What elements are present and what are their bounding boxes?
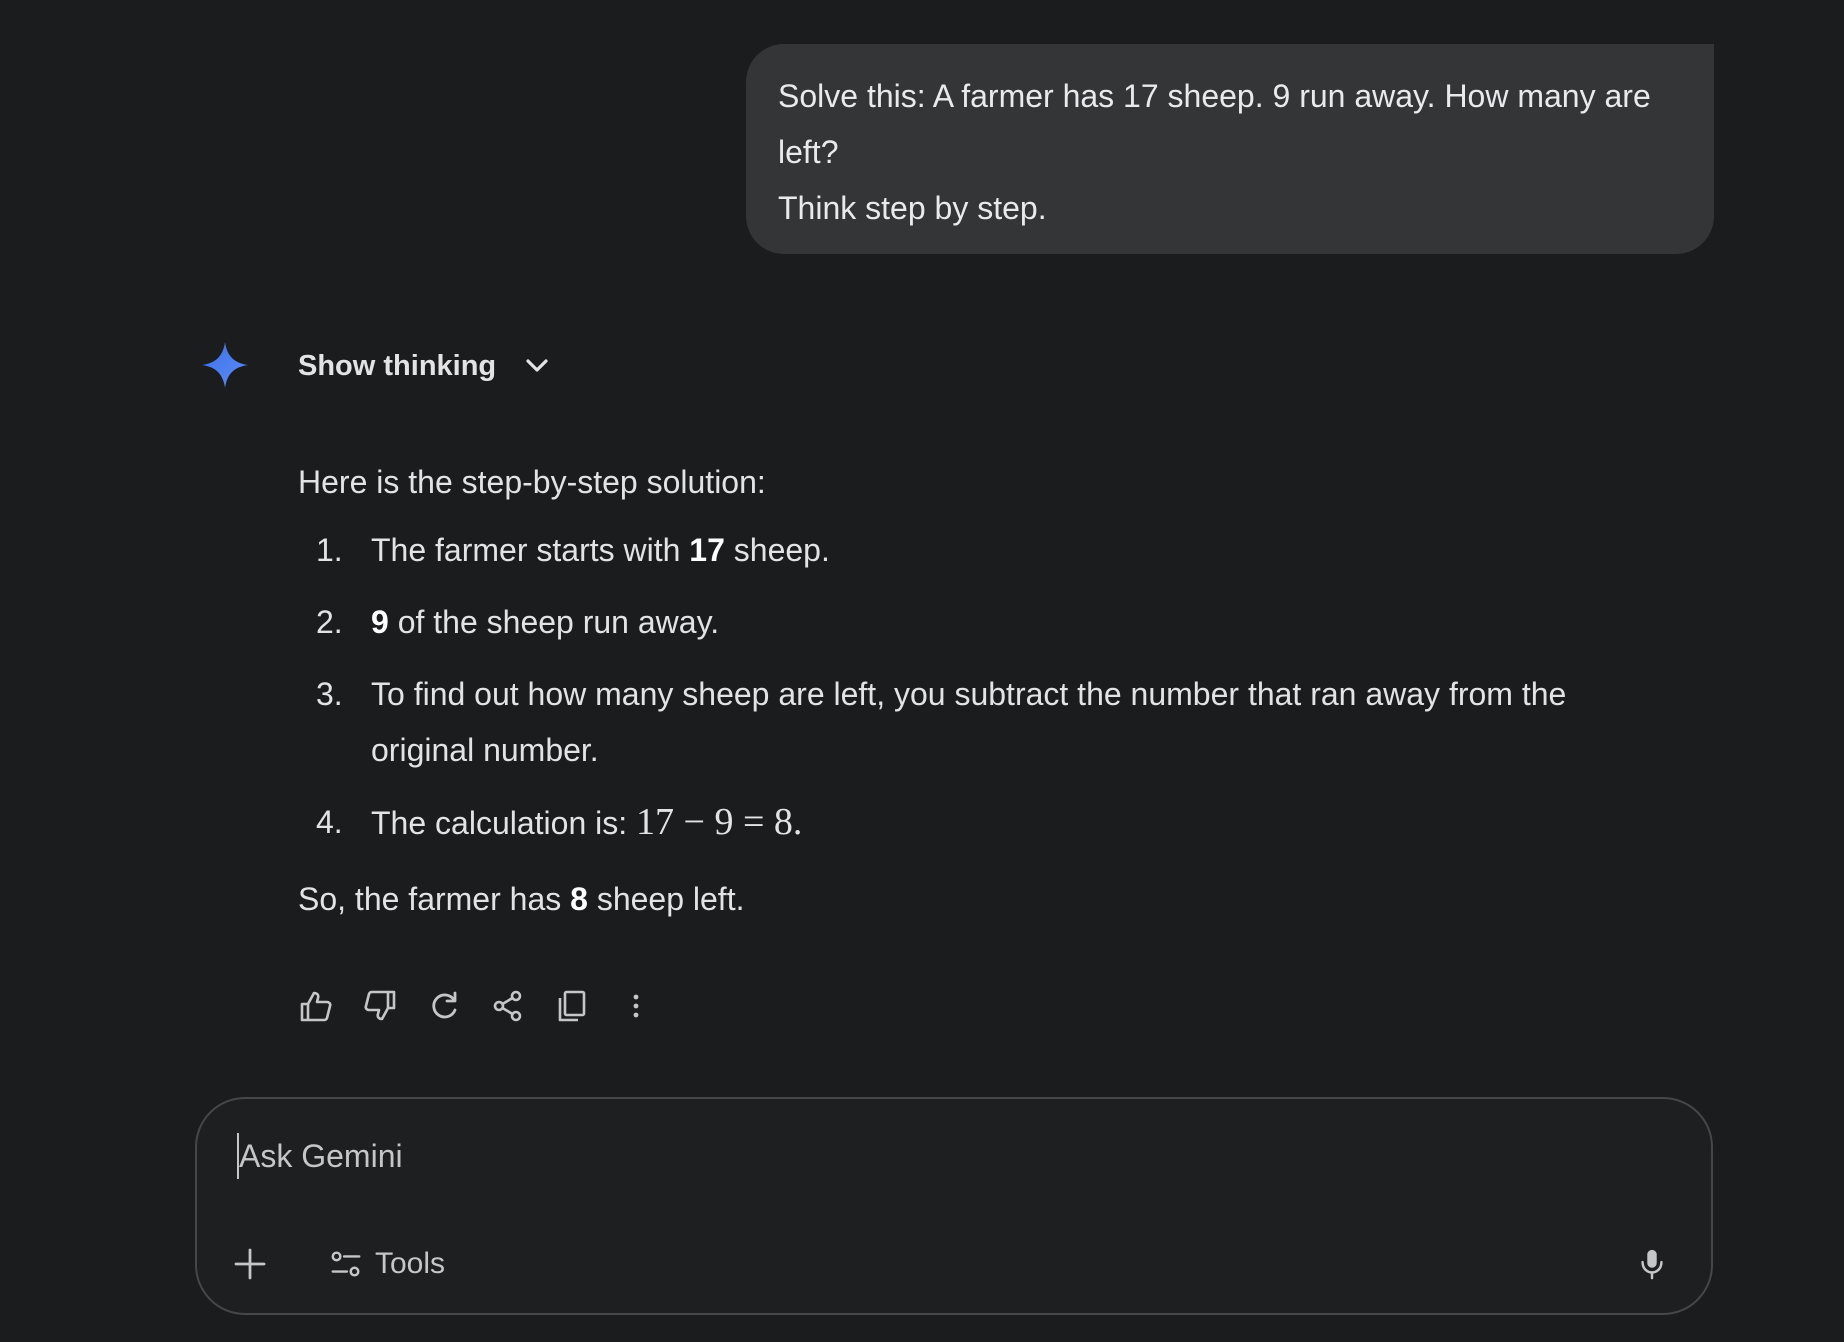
step-bold: 17 bbox=[689, 532, 725, 568]
microphone-button[interactable] bbox=[1627, 1239, 1677, 1289]
response-conclusion: So, the farmer has 8 sheep left. bbox=[298, 869, 1678, 929]
response-intro: Here is the step-by-step solution: bbox=[298, 464, 766, 500]
step-number: 4. bbox=[316, 804, 343, 840]
copy-icon bbox=[558, 990, 586, 1022]
prompt-composer: Tools bbox=[195, 1097, 1713, 1315]
user-message-bubble: Solve this: A farmer has 17 sheep. 9 run… bbox=[746, 44, 1714, 254]
regenerate-icon bbox=[432, 991, 457, 1019]
share-icon bbox=[493, 990, 522, 1022]
steps-list: 1. The farmer starts with 17 sheep. 2. 9 o… bbox=[298, 522, 1678, 851]
thumbs-up-button[interactable] bbox=[296, 986, 336, 1026]
step-text: . bbox=[792, 801, 803, 843]
show-thinking-label: Show thinking bbox=[298, 349, 497, 382]
conclusion-text: So, the farmer has bbox=[298, 881, 571, 917]
chevron-down-icon bbox=[526, 359, 548, 372]
step-text: To find out how many sheep are left, you… bbox=[371, 676, 1567, 768]
chat-page: Solve this: A farmer has 17 sheep. 9 run… bbox=[0, 0, 1844, 1342]
math-expression: 17 − 9 = 8 bbox=[636, 801, 793, 843]
microphone-icon bbox=[1641, 1249, 1663, 1280]
add-attachment-button[interactable] bbox=[227, 1241, 273, 1287]
prompt-input[interactable] bbox=[237, 1133, 1641, 1179]
regenerate-button[interactable] bbox=[424, 986, 464, 1026]
plus-icon bbox=[234, 1248, 266, 1280]
list-item: 2. 9 of the sheep run away. bbox=[298, 594, 1678, 650]
conclusion-text: sheep left. bbox=[587, 881, 745, 917]
tools-label: Tools bbox=[375, 1247, 446, 1280]
share-button[interactable] bbox=[488, 986, 528, 1026]
gemini-spark-icon bbox=[202, 342, 248, 388]
more-vert-icon bbox=[633, 994, 639, 1018]
step-number: 1. bbox=[316, 532, 343, 568]
model-response: Here is the step-by-step solution: 1. The… bbox=[298, 452, 1678, 929]
step-bold: 9 bbox=[371, 604, 389, 640]
step-text: sheep. bbox=[724, 532, 830, 568]
tools-button[interactable]: Tools bbox=[329, 1239, 445, 1289]
user-message-line: Think step by step. bbox=[778, 190, 1047, 226]
user-message-line: Solve this: A farmer has 17 sheep. 9 run… bbox=[778, 78, 1651, 114]
response-actions bbox=[296, 986, 680, 1026]
list-item: 3. To find out how many sheep are left, y… bbox=[298, 666, 1678, 778]
step-text: The calculation is: bbox=[371, 805, 637, 841]
tools-icon bbox=[331, 1251, 361, 1277]
step-number: 3. bbox=[316, 676, 343, 712]
user-message-line: left? bbox=[778, 134, 839, 170]
thumbs-down-icon bbox=[364, 990, 396, 1021]
thumbs-up-icon bbox=[300, 991, 332, 1022]
show-thinking-toggle[interactable]: Show thinking bbox=[298, 344, 552, 388]
step-text: of the sheep run away. bbox=[388, 604, 720, 640]
more-options-button[interactable] bbox=[616, 986, 656, 1026]
thumbs-down-button[interactable] bbox=[360, 986, 400, 1026]
conclusion-bold: 8 bbox=[570, 881, 588, 917]
step-text: The farmer starts with bbox=[371, 532, 690, 568]
list-item: 1. The farmer starts with 17 sheep. bbox=[298, 522, 1678, 578]
step-number: 2. bbox=[316, 604, 343, 640]
copy-button[interactable] bbox=[552, 986, 592, 1026]
list-item: 4. The calculation is: 17 − 9 = 8. bbox=[298, 794, 1678, 851]
